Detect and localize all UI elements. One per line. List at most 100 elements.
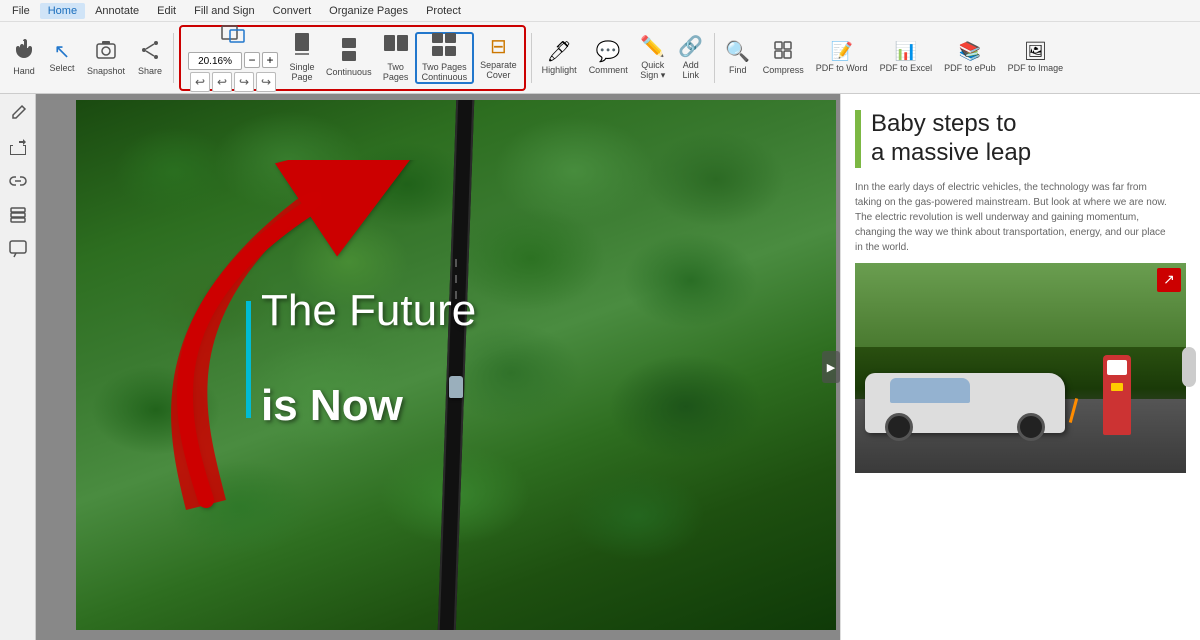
sep1: [173, 33, 174, 83]
select-tool-button[interactable]: ↖ Select: [44, 32, 80, 84]
hand-tool-button[interactable]: Hand: [6, 32, 42, 84]
continuous-label: Continuous: [326, 68, 372, 78]
two-pages-icon: [383, 32, 409, 61]
share-icon: [139, 39, 161, 65]
scroll-handle[interactable]: [1182, 347, 1196, 387]
undo2-button[interactable]: ↩: [212, 72, 232, 92]
add-link-button[interactable]: 🔗 AddLink: [673, 32, 709, 84]
comment-button[interactable]: 💬 Comment: [584, 32, 633, 84]
add-link-icon: 🔗: [678, 34, 703, 59]
menu-protect[interactable]: Protect: [418, 3, 469, 19]
pdf-to-word-label: PDF to Word: [816, 64, 868, 74]
zoom-in-button[interactable]: +: [262, 52, 278, 68]
quick-sign-button[interactable]: ✏️ QuickSign ▾: [635, 32, 671, 84]
snapshot-icon: [95, 39, 117, 65]
share-button[interactable]: Share: [132, 32, 168, 84]
separate-cover-button[interactable]: ⊟ SeparateCover: [475, 32, 522, 84]
zoom-input[interactable]: [188, 52, 242, 70]
menu-organize[interactable]: Organize Pages: [321, 3, 416, 19]
toolbar: Hand ↖ Select Snapshot Share − +: [0, 22, 1200, 94]
pdf-to-epub-icon: 📚: [959, 41, 981, 62]
sep3: [714, 33, 715, 83]
separate-cover-label: SeparateCover: [480, 61, 517, 81]
undo-redo-controls: ↩ ↩ ↪ ↪: [190, 72, 276, 92]
zoom-out-button[interactable]: −: [244, 52, 260, 68]
single-page-label: SinglePage: [290, 63, 315, 83]
ev-charging-image: ↗: [855, 263, 1186, 473]
continuous-button[interactable]: Continuous: [321, 32, 377, 84]
snapshot-label: Snapshot: [87, 67, 125, 77]
two-pages-label: TwoPages: [383, 63, 409, 83]
separate-cover-icon: ⊟: [490, 34, 507, 59]
hand-label: Hand: [13, 67, 35, 77]
undo-button[interactable]: ↩: [190, 72, 210, 92]
menu-bar: File Home Annotate Edit Fill and Sign Co…: [0, 0, 1200, 22]
single-page-button[interactable]: SinglePage: [284, 32, 320, 84]
select-label: Select: [49, 64, 74, 74]
pdf-to-word-button[interactable]: 📝 PDF to Word: [811, 32, 873, 84]
pdf-to-excel-icon: 📊: [895, 41, 917, 62]
edit-sidebar-button[interactable]: [3, 98, 33, 128]
highlight-button[interactable]: 🖊 Highlight: [537, 32, 582, 84]
pdf-to-image-button[interactable]: 🖼 PDF to Image: [1003, 32, 1069, 84]
pdf-to-excel-button[interactable]: 📊 PDF to Excel: [875, 32, 938, 84]
two-pages-continuous-button[interactable]: Two PagesContinuous: [415, 32, 475, 84]
actual-size-icon: [220, 23, 246, 48]
layers-sidebar-button[interactable]: [3, 200, 33, 230]
zoom-view-group: − + ↩ ↩ ↪ ↪ SinglePage Continuous: [179, 25, 526, 91]
two-pages-continuous-icon: [431, 32, 457, 61]
add-link-label: AddLink: [682, 61, 699, 81]
redo2-button[interactable]: ↪: [256, 72, 276, 92]
now-text: is Now: [261, 381, 403, 431]
quick-sign-label: QuickSign ▾: [640, 61, 665, 81]
pdf-to-epub-button[interactable]: 📚 PDF to ePub: [939, 32, 1001, 84]
future-text: The Future: [261, 286, 476, 336]
two-pages-continuous-label: Two PagesContinuous: [422, 63, 468, 83]
compress-icon: [772, 39, 794, 64]
menu-edit[interactable]: Edit: [149, 3, 184, 19]
find-icon: 🔍: [725, 39, 750, 64]
share-label: Share: [138, 67, 162, 77]
two-pages-button[interactable]: TwoPages: [378, 32, 414, 84]
menu-home[interactable]: Home: [40, 3, 85, 19]
actual-size-button[interactable]: − + ↩ ↩ ↪ ↪: [183, 32, 283, 84]
ev-image-arrow-badge: ↗: [1157, 268, 1181, 292]
main-content-area: The Future is Now ▶ Baby steps to: [36, 94, 1200, 640]
right-panel-title-line1: Baby steps to: [871, 110, 1186, 139]
pdf-to-epub-label: PDF to ePub: [944, 64, 996, 74]
share-sidebar-button[interactable]: [3, 132, 33, 162]
car-on-road: [449, 376, 463, 398]
menu-convert[interactable]: Convert: [265, 3, 320, 19]
ev-car: [865, 373, 1065, 433]
quick-sign-icon: ✏️: [640, 34, 665, 59]
right-panel-heading: Baby steps to a massive leap: [855, 110, 1186, 168]
menu-annotate[interactable]: Annotate: [87, 3, 147, 19]
left-panel: [0, 94, 36, 640]
highlight-label: Highlight: [542, 66, 577, 76]
pdf-page: The Future is Now: [76, 100, 836, 630]
compress-button[interactable]: Compress: [758, 32, 809, 84]
link-sidebar-button[interactable]: [3, 166, 33, 196]
charging-station: [1103, 355, 1131, 435]
comment-icon: 💬: [596, 39, 621, 64]
comment-label: Comment: [589, 66, 628, 76]
right-panel-body-text: Inn the early days of electric vehicles,…: [855, 180, 1186, 255]
menu-file[interactable]: File: [4, 3, 38, 19]
highlight-icon: 🖊: [546, 39, 571, 64]
pdf-to-word-icon: 📝: [830, 41, 852, 62]
right-panel-title-line2: a massive leap: [871, 139, 1186, 168]
find-label: Find: [729, 66, 747, 76]
menu-fill-sign[interactable]: Fill and Sign: [186, 3, 263, 19]
zoom-controls: − +: [188, 52, 278, 70]
compress-label: Compress: [763, 66, 804, 76]
single-page-icon: [291, 32, 313, 61]
comment-sidebar-button[interactable]: [3, 234, 33, 264]
snapshot-button[interactable]: Snapshot: [82, 32, 130, 84]
select-icon: ↖: [54, 42, 71, 62]
find-button[interactable]: 🔍 Find: [720, 32, 756, 84]
sep2: [531, 33, 532, 83]
pdf-to-image-label: PDF to Image: [1008, 64, 1064, 74]
redo-button[interactable]: ↪: [234, 72, 254, 92]
pdf-to-excel-label: PDF to Excel: [880, 64, 933, 74]
page-nav-next-arrow[interactable]: ▶: [822, 351, 840, 383]
